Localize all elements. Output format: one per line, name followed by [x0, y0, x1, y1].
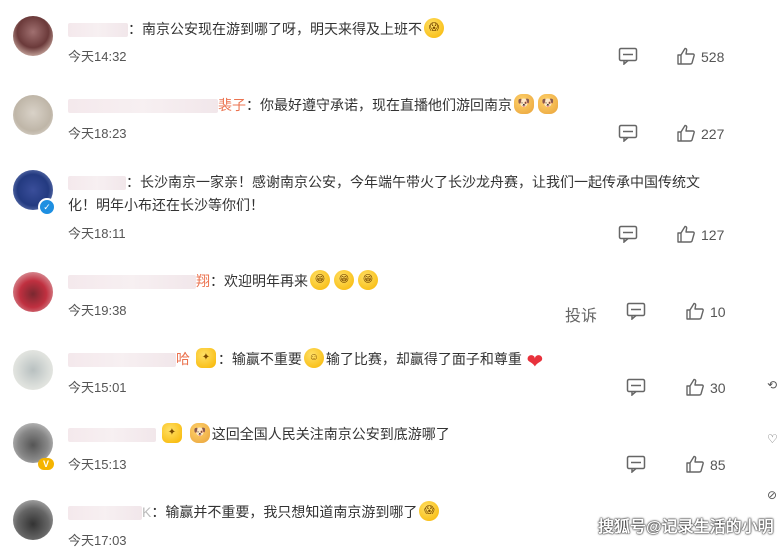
comment-item: 翔：欢迎明年再来 😁 😁 😁 今天19:38 投诉 10 [0, 260, 760, 340]
dog-face-emoji: 🐶 [514, 94, 534, 114]
like-count: 30 [710, 380, 726, 396]
comment-body-line2: 化！明年小布还在长沙等你们！ [68, 197, 264, 213]
like-count: 85 [710, 457, 726, 473]
avatar[interactable] [13, 500, 53, 540]
comment-item: 哈 ✦ ：输赢不重要 ☺ 输了比赛，却赢得了面子和尊重 ❤ 今天15:01 30 [0, 340, 760, 418]
timestamp: 今天17:03 [68, 533, 127, 548]
comment-icon[interactable] [626, 455, 646, 473]
timestamp: 今天15:13 [68, 457, 127, 472]
username-tail[interactable]: 哈 [176, 351, 190, 367]
like-count: 127 [701, 227, 725, 243]
heart-emoji: ❤ [526, 351, 544, 373]
username[interactable] [68, 176, 126, 191]
comment-body: 翔：欢迎明年再来 😁 😁 😁 [68, 270, 380, 292]
grin-emoji: 😁 [310, 270, 330, 290]
report-button[interactable]: 投诉 [565, 302, 597, 326]
like-count: 528 [701, 49, 725, 65]
comment-body: K：输赢并不重要，我只想知道南京游到哪了 😱 [68, 501, 441, 523]
avatar[interactable] [13, 423, 53, 463]
dog-face-emoji: 🐶 [189, 423, 210, 443]
like-count: 227 [701, 126, 725, 142]
comment-text: ：输赢并不重要，我只想知道南京游到哪了 [151, 504, 418, 520]
comment-body: 哈 ✦ ：输赢不重要 ☺ 输了比赛，却赢得了面子和尊重 ❤ [68, 348, 548, 372]
grin-emoji: 😁 [358, 270, 378, 290]
username[interactable] [68, 428, 156, 443]
comment-body: 裴子：你最好遵守承诺，现在直播他们游回南京 🐶 🐶 [68, 94, 560, 116]
comment-body: ：南京公安现在游到哪了呀，明天来得及上班不 😱 [68, 18, 446, 40]
comment-item: V ✦ 🐶 这回全国人民关注南京公安到底游哪了 今天15:13 85 [0, 418, 760, 496]
smile-emoji: ☺ [303, 348, 324, 368]
timestamp: 今天15:01 [68, 380, 127, 395]
comment-text: ：输赢不重要 [217, 351, 302, 367]
comment-icon[interactable] [626, 378, 646, 396]
comment-text: ：欢迎明年再来 [210, 273, 308, 289]
comment-text: 这回全国人民关注南京公安到底游哪了 [211, 426, 450, 442]
thumbs-up-icon[interactable] [676, 124, 696, 142]
fan-badge-icon: ✦ [161, 423, 182, 443]
username[interactable] [68, 506, 142, 521]
vip-badge-icon: V [38, 458, 54, 470]
heart-icon[interactable]: ♡ [767, 432, 783, 448]
timestamp: 今天18:23 [68, 126, 127, 141]
comment-icon[interactable] [618, 124, 638, 142]
comment-text-2: 输了比赛，却赢得了面子和尊重 [325, 351, 522, 367]
avatar[interactable] [13, 95, 53, 135]
watermark: 搜狐号@记录生活的小明 [598, 519, 774, 536]
comment-item: ✓ ：长沙南京一家亲！感谢南京公安，今年端午带火了长沙龙舟赛，让我们一起传承中国… [0, 160, 760, 260]
avatar[interactable] [13, 16, 53, 56]
comment-text: ：长沙南京一家亲！感谢南京公安，今年端午带火了长沙龙舟赛，让我们一起传承中国传统… [126, 174, 700, 190]
comment-text: ：你最好遵守承诺，现在直播他们游回南京 [246, 97, 512, 113]
share-icon[interactable]: ⊘ [767, 488, 783, 504]
comment-icon[interactable] [618, 225, 638, 243]
comment-body: ：长沙南京一家亲！感谢南京公安，今年端午带火了长沙龙舟赛，让我们一起传承中国传统… [68, 171, 700, 193]
username[interactable] [68, 275, 196, 290]
comment-item: ：南京公安现在游到哪了呀，明天来得及上班不 😱 今天14:32 528 [0, 0, 760, 80]
comment-icon[interactable] [618, 47, 638, 65]
thumbs-up-icon[interactable] [676, 225, 696, 243]
avatar[interactable] [13, 350, 53, 390]
thumbs-up-icon[interactable] [685, 378, 705, 396]
comment-body: ✦ 🐶 这回全国人民关注南京公安到底游哪了 [68, 423, 450, 445]
username-tail[interactable]: 裴子 [218, 97, 246, 113]
username[interactable] [68, 353, 176, 368]
timestamp: 今天14:32 [68, 49, 127, 64]
thumbs-up-icon[interactable] [676, 47, 696, 65]
verified-badge-icon: ✓ [38, 198, 56, 216]
username-tail[interactable]: 翔 [196, 273, 210, 289]
scared-face-emoji: 😱 [419, 501, 440, 521]
comment-text: ：南京公安现在游到哪了呀，明天来得及上班不 [128, 21, 422, 37]
like-count: 10 [710, 304, 726, 320]
grin-emoji: 😁 [334, 270, 354, 290]
comment-item: 裴子：你最好遵守承诺，现在直播他们游回南京 🐶 🐶 今天18:23 227 [0, 80, 760, 160]
thumbs-up-icon[interactable] [685, 302, 705, 320]
thumbs-up-icon[interactable] [685, 455, 705, 473]
timestamp: 今天18:11 [68, 226, 126, 241]
username[interactable] [68, 23, 128, 38]
comment-feed: ：南京公安现在游到哪了呀，明天来得及上班不 😱 今天14:32 528 裴子：你最… [0, 0, 760, 548]
timestamp: 今天19:38 [68, 303, 127, 318]
scared-face-emoji: 😱 [424, 18, 444, 38]
username-tail[interactable]: K [142, 504, 151, 520]
comment-icon[interactable] [626, 302, 646, 320]
fan-badge-icon: ✦ [195, 348, 216, 368]
avatar[interactable] [13, 272, 53, 312]
username[interactable] [68, 99, 218, 114]
dog-face-emoji: 🐶 [538, 94, 558, 114]
retweet-icon[interactable]: ⟲ [767, 378, 783, 394]
